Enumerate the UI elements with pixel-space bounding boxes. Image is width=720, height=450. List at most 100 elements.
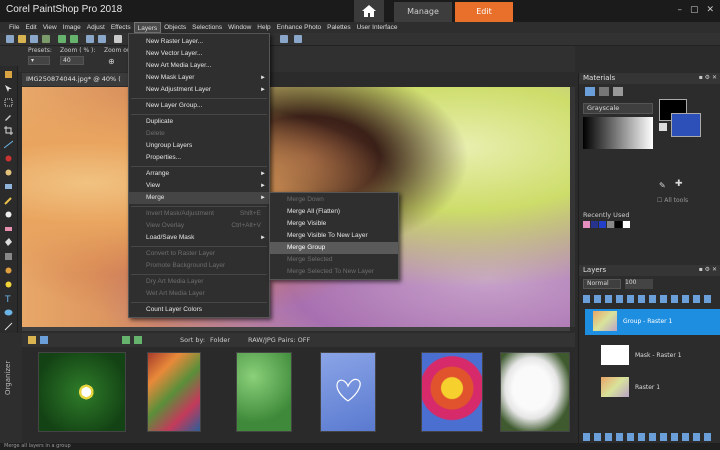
menu-ungroup-layers[interactable]: Ungroup Layers (129, 140, 269, 152)
menu-new-adjustment-layer[interactable]: New Adjustment Layer ► (129, 84, 269, 96)
maximize-icon[interactable]: ▢ (690, 5, 699, 15)
thumbnail-heart[interactable] (320, 352, 376, 432)
pan-tool-icon[interactable] (4, 70, 13, 79)
tab-edit[interactable]: Edit (455, 2, 513, 22)
minimize-icon[interactable]: – (677, 5, 682, 15)
vertical-scrollbar[interactable] (570, 87, 575, 327)
thumbnail-balloon[interactable] (421, 352, 483, 432)
all-tools-checkbox[interactable]: ☐ All tools (657, 197, 688, 204)
text-tool-icon[interactable]: T (4, 294, 13, 303)
frame-icon[interactable] (613, 87, 623, 96)
layers-controls[interactable]: ▪ ⚙ ✕ (699, 266, 717, 273)
add-icon[interactable]: ✚ (675, 179, 683, 189)
raw-pairs-toggle[interactable]: RAW/JPG Pairs: OFF (248, 336, 310, 344)
menu-help[interactable]: Help (254, 22, 273, 33)
layer-tools-row[interactable] (583, 295, 713, 303)
edit-icon[interactable]: ✎ (659, 181, 666, 190)
menu-layers[interactable]: Layers (133, 22, 162, 33)
folder-icon[interactable] (28, 336, 36, 344)
print-icon[interactable] (42, 35, 50, 43)
grayscale-strip[interactable] (583, 117, 653, 149)
paint-brush-icon[interactable] (4, 196, 13, 205)
open-folder-icon[interactable] (18, 35, 26, 43)
rotate-left-icon[interactable] (122, 336, 130, 344)
lighten-darken-icon[interactable] (4, 210, 13, 219)
selection-tool-icon[interactable] (4, 98, 13, 107)
layer-bottom-tools[interactable] (583, 433, 713, 441)
horizontal-scrollbar[interactable] (22, 327, 570, 331)
document-tab[interactable]: IMG250874044.jpg* @ 40% ( (22, 73, 132, 86)
recent-swatch[interactable] (591, 221, 598, 228)
flood-fill-icon[interactable] (4, 238, 13, 247)
menu-merge-all[interactable]: Merge All (Flatten) (270, 206, 398, 218)
menu-delete[interactable]: Delete (129, 128, 269, 140)
rotate-right-icon[interactable] (134, 336, 142, 344)
thumbnail-cockatoo[interactable] (500, 352, 570, 432)
view-icon[interactable] (40, 336, 48, 344)
layer-row-raster[interactable]: Raster 1 (595, 375, 720, 401)
menu-view[interactable]: View (40, 22, 60, 33)
layer-row-mask[interactable]: Mask - Raster 1 (595, 343, 720, 369)
gradient-icon[interactable] (4, 252, 13, 261)
thumbnail-fruit[interactable] (147, 352, 201, 432)
swatch-icon[interactable] (599, 87, 609, 96)
presets-dropdown[interactable]: ▾ (28, 56, 50, 65)
recent-swatch[interactable] (583, 221, 590, 228)
menu-merge[interactable]: Merge ► (129, 192, 269, 204)
makeover-icon[interactable] (4, 168, 13, 177)
pick-tool-icon[interactable] (4, 84, 13, 93)
opacity-input[interactable]: 100 (625, 279, 653, 289)
menu-merge-visible-new[interactable]: Merge Visible To New Layer (270, 230, 398, 242)
menu-new-raster-layer[interactable]: New Raster Layer... (129, 36, 269, 48)
text-icon[interactable] (114, 35, 122, 43)
menu-arrange[interactable]: Arrange ► (129, 168, 269, 180)
shape-tool-icon[interactable] (4, 308, 13, 317)
menu-image[interactable]: Image (60, 22, 84, 33)
materials-controls[interactable]: ▪ ⚙ ✕ (699, 74, 717, 81)
recent-swatch[interactable] (623, 221, 630, 228)
menu-window[interactable]: Window (225, 22, 254, 33)
menu-adjust[interactable]: Adjust (84, 22, 108, 33)
sort-folder-dropdown[interactable]: Folder (210, 336, 230, 344)
undo-icon[interactable] (58, 35, 66, 43)
close-icon[interactable]: ✕ (706, 5, 714, 15)
picture-tube-icon[interactable] (4, 280, 13, 289)
menu-enhance-photo[interactable]: Enhance Photo (274, 22, 324, 33)
menu-edit[interactable]: Edit (22, 22, 39, 33)
recent-swatch[interactable] (599, 221, 606, 228)
redo-icon[interactable] (70, 35, 78, 43)
materials-mode-dropdown[interactable]: Grayscale (583, 103, 653, 114)
zoom-out-icon[interactable]: ⊕ (108, 57, 115, 66)
zoom-input[interactable]: 40 (60, 56, 84, 65)
menu-merge-selected-new[interactable]: Merge Selected To New Layer (270, 266, 398, 278)
thumbnail-daisy[interactable] (38, 352, 126, 432)
thumbnail-leaves[interactable] (236, 352, 292, 432)
blend-mode-dropdown[interactable]: Normal (583, 279, 621, 289)
new-file-icon[interactable] (6, 35, 14, 43)
menu-count-layer-colors[interactable]: Count Layer Colors (129, 304, 269, 316)
menu-wet-art-media[interactable]: Wet Art Media Layer (129, 288, 269, 300)
menu-new-mask-layer[interactable]: New Mask Layer ► (129, 72, 269, 84)
menu-properties[interactable]: Properties... (129, 152, 269, 164)
eyedropper-icon[interactable] (4, 112, 13, 121)
crop-tool-icon[interactable] (4, 126, 13, 135)
menu-invert-mask[interactable]: Invert Mask/Adjustment Shift+E (129, 208, 269, 220)
menu-merge-down[interactable]: Merge Down (270, 194, 398, 206)
resize-icon[interactable] (98, 35, 106, 43)
tab-manage[interactable]: Manage (394, 2, 452, 22)
save-icon[interactable] (30, 35, 38, 43)
menu-selections[interactable]: Selections (189, 22, 225, 33)
swap-colors-icon[interactable] (659, 123, 667, 131)
layer-row-group[interactable]: Group - Raster 1 (585, 309, 720, 335)
recent-swatch[interactable] (615, 221, 622, 228)
menu-user-interface[interactable]: User Interface (354, 22, 401, 33)
color-wheel-icon[interactable] (585, 87, 595, 96)
menu-dry-art-media[interactable]: Dry Art Media Layer (129, 276, 269, 288)
menu-load-save-mask[interactable]: Load/Save Mask ► (129, 232, 269, 244)
menu-palettes[interactable]: Palettes (324, 22, 354, 33)
menu-new-art-media-layer[interactable]: New Art Media Layer... (129, 60, 269, 72)
menu-merge-selected[interactable]: Merge Selected (270, 254, 398, 266)
menu-new-layer-group[interactable]: New Layer Group... (129, 100, 269, 112)
clone-brush-icon[interactable] (4, 182, 13, 191)
menu-promote-background[interactable]: Promote Background Layer (129, 260, 269, 272)
